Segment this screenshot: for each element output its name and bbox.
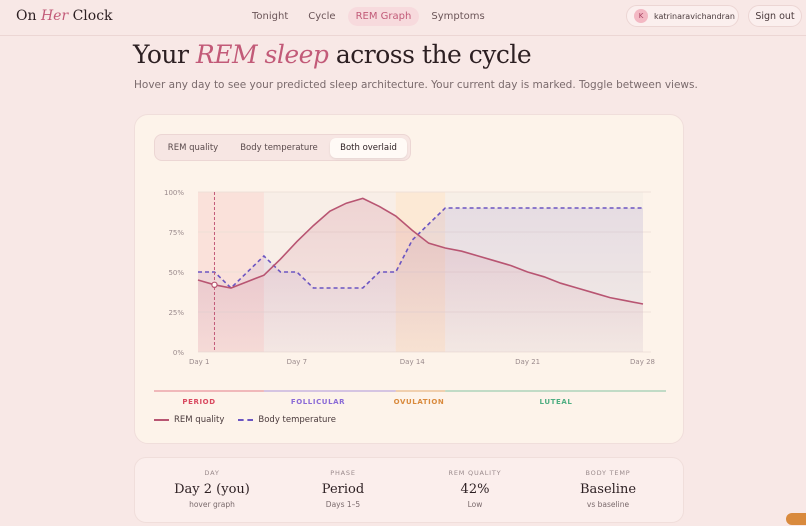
stat-rem-sub: Low [467, 500, 483, 509]
user-name: katrinaravichandran [654, 11, 735, 21]
page-title: Your REM sleep across the cycle [133, 40, 532, 69]
stat-rem-value: 42% [460, 482, 490, 497]
main-nav: Tonight Cycle REM Graph Symptoms [244, 7, 493, 26]
phase-label-follicular: FOLLICULAR [291, 398, 345, 406]
x-tick-label: Day 7 [287, 358, 308, 366]
x-tick-label: Day 14 [400, 358, 426, 366]
legend-item-rem: REM quality [154, 415, 224, 425]
user-chip[interactable]: K katrinaravichandran [626, 5, 739, 27]
top-nav-bar: On Her Clock Tonight Cycle REM Graph Sym… [0, 0, 806, 36]
x-tick-label: Day 1 [189, 358, 210, 366]
legend-label-temp: Body temperature [258, 415, 336, 425]
avatar: K [634, 9, 648, 23]
rem-chart[interactable]: 0% 25% 50% 75% 100% Day 1 Day 7 Day 14 Day 21 Day… [135, 115, 685, 415]
phase-label-luteal: LUTEAL [540, 398, 573, 406]
stat-rem-label: REM QUALITY [448, 469, 502, 477]
phase-label-ovulation: OVULATION [394, 398, 445, 406]
x-tick-label: Day 28 [630, 358, 655, 366]
y-tick-label: 75% [168, 229, 184, 237]
legend-line-rem [154, 419, 169, 421]
stat-temp-value: Baseline [579, 482, 637, 497]
floating-action-pill[interactable] [786, 513, 806, 525]
title-post: across the cycle [328, 40, 532, 69]
title-accent: REM sleep [195, 40, 329, 69]
y-tick-label: 0% [173, 349, 184, 357]
stat-temp-sub: vs baseline [586, 500, 630, 509]
sign-out-button[interactable]: Sign out [748, 5, 802, 27]
y-tick-label: 50% [168, 269, 184, 277]
stats-panel: DAY Day 2 (you) hover graph PHASE Period… [134, 457, 684, 523]
page-subtitle: Hover any day to see your predicted slee… [134, 79, 698, 91]
current-day-point [211, 281, 218, 288]
chart-card: REM quality Body temperature Both overla… [134, 114, 684, 444]
x-tick-label: Day 21 [515, 358, 540, 366]
title-pre: Your [133, 40, 196, 69]
legend-line-temp [238, 419, 254, 421]
brand-text-pre: On [16, 8, 41, 24]
phase-label-period: PERIOD [182, 398, 215, 406]
nav-rem-graph[interactable]: REM Graph [347, 7, 420, 26]
stat-day-label: DAY [204, 469, 220, 477]
nav-cycle[interactable]: Cycle [300, 7, 343, 26]
stat-temp-label: BODY TEMP [585, 469, 631, 477]
y-tick-label: 25% [168, 309, 184, 317]
brand-text-post: Clock [68, 8, 113, 24]
stat-phase-value: Period [321, 482, 365, 497]
brand-text-accent: Her [40, 8, 69, 24]
nav-tonight[interactable]: Tonight [244, 7, 296, 26]
brand-logo[interactable]: On Her Clock [16, 8, 113, 24]
nav-symptoms[interactable]: Symptoms [423, 7, 492, 26]
stat-phase-sub: Days 1–5 [325, 500, 361, 509]
legend-label-rem: REM quality [174, 415, 225, 425]
chart-legend: REM quality Body temperature [154, 415, 336, 425]
y-tick-label: 100% [164, 189, 184, 197]
stat-phase-label: PHASE [330, 469, 356, 477]
stat-day-sub: hover graph [189, 500, 235, 509]
stat-day-value: Day 2 (you) [174, 482, 250, 497]
legend-item-temp: Body temperature [238, 415, 336, 425]
